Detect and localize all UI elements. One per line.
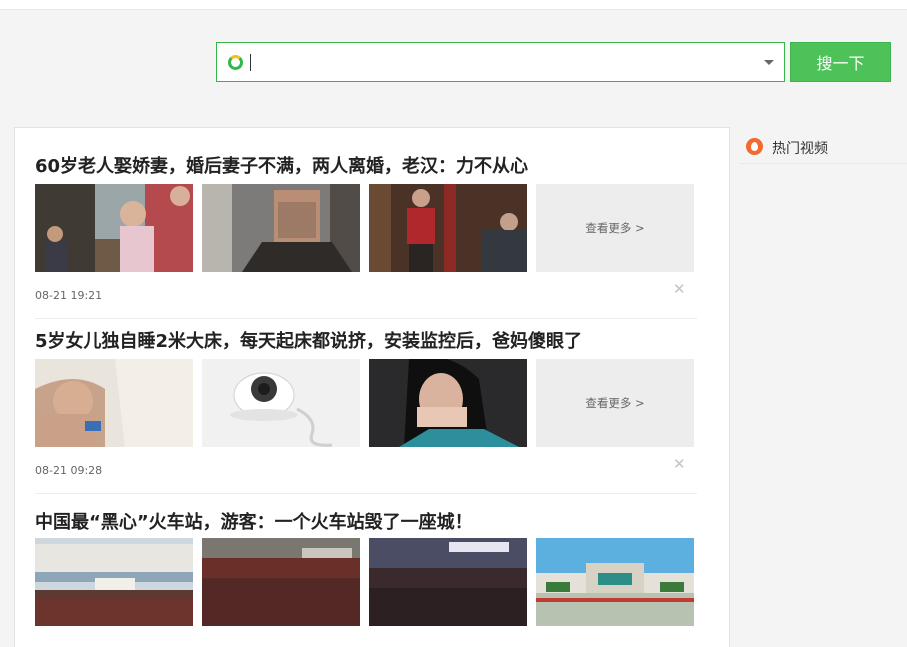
top-bar xyxy=(0,0,907,10)
news-timestamp: 08-21 09:28 xyxy=(35,464,103,477)
news-title[interactable]: 中国最“黑心”火车站，游客：一个火车站毁了一座城！ xyxy=(35,508,473,534)
news-timestamp: 08-21 19:21 xyxy=(35,289,103,302)
flame-icon xyxy=(746,138,763,155)
news-thumbnail[interactable] xyxy=(202,184,360,272)
search-button[interactable]: 搜一下 xyxy=(790,42,891,82)
divider xyxy=(35,493,697,494)
hot-videos-panel[interactable]: 热门视频 xyxy=(740,131,907,164)
news-thumbnail[interactable] xyxy=(35,184,193,272)
search-engine-logo-icon xyxy=(228,55,243,70)
close-icon[interactable]: ✕ xyxy=(673,457,686,472)
news-title[interactable]: 5岁女儿独自睡2米大床，每天起床都说挤，安装监控后，爸妈傻眼了 xyxy=(35,327,582,353)
news-thumbnail[interactable] xyxy=(369,538,527,626)
news-thumbnail[interactable] xyxy=(202,359,360,447)
news-thumbnail[interactable] xyxy=(536,538,694,626)
news-thumbnail[interactable] xyxy=(369,184,527,272)
close-icon[interactable]: ✕ xyxy=(673,282,686,297)
search-input[interactable] xyxy=(249,49,749,75)
news-thumbnail[interactable] xyxy=(35,538,193,626)
divider xyxy=(35,318,697,319)
hot-videos-label: 热门视频 xyxy=(772,141,828,157)
news-thumbnail[interactable] xyxy=(35,359,193,447)
dropdown-arrow-icon[interactable] xyxy=(764,60,774,65)
news-title[interactable]: 60岁老人娶娇妻，婚后妻子不满，两人离婚，老汉：力不从心 xyxy=(35,152,528,178)
text-caret xyxy=(250,54,251,71)
news-feed: 60岁老人娶娇妻，婚后妻子不满，两人离婚，老汉：力不从心 查看更多 > 08-2… xyxy=(14,127,730,647)
news-thumbnail[interactable] xyxy=(202,538,360,626)
news-thumbnail[interactable] xyxy=(369,359,527,447)
view-more-link[interactable]: 查看更多 > xyxy=(536,359,694,447)
search-box[interactable] xyxy=(216,42,785,82)
view-more-link[interactable]: 查看更多 > xyxy=(536,184,694,272)
